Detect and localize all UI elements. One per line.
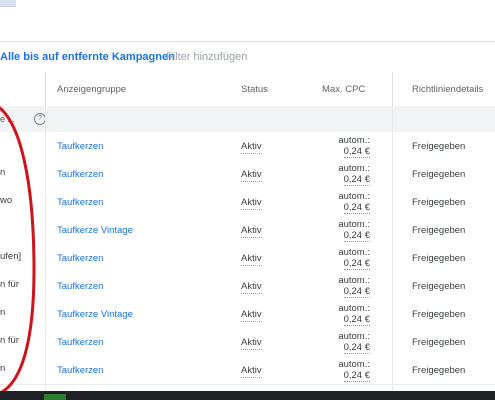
status-cell[interactable]: Aktiv	[241, 253, 262, 266]
adgroup-link[interactable]: Taufkerzen	[57, 197, 103, 208]
policy-cell: Freigegeben	[412, 197, 466, 208]
taskbar	[0, 391, 495, 400]
table-row: n Taufkerzen Aktiv autom.: 0,24 € Freigeg…	[0, 160, 495, 189]
top-bar	[0, 0, 495, 40]
max-cpc-cell[interactable]: autom.: 0,24 €	[308, 163, 370, 186]
max-cpc-cell[interactable]: autom.: 0,24 €	[308, 359, 370, 382]
cpc-label: autom.:	[338, 247, 370, 258]
policy-cell: Freigegeben	[412, 365, 466, 376]
table-row: n Taufkerze Vintage Aktiv autom.: 0,24 € …	[0, 300, 495, 329]
status-cell[interactable]: Aktiv	[241, 281, 262, 294]
cpc-value: 0,24 €	[343, 146, 370, 158]
adgroup-link[interactable]: Taufkerzen	[57, 365, 103, 376]
cpc-value: 0,24 €	[343, 342, 370, 354]
cpc-label: autom.:	[338, 219, 370, 230]
column-divider	[392, 106, 393, 391]
status-cell[interactable]: Aktiv	[241, 309, 262, 322]
cpc-label: autom.:	[338, 275, 370, 286]
cpc-label: autom.:	[338, 163, 370, 174]
status-cell[interactable]: Aktiv	[241, 225, 262, 238]
keyword-cell: ufen]	[0, 251, 22, 262]
cpc-label: autom.:	[338, 135, 370, 146]
cpc-label: autom.:	[338, 331, 370, 342]
cpc-label: autom.:	[338, 191, 370, 202]
table-row: n für Taufkerzen Aktiv autom.: 0,24 € Fre…	[0, 328, 495, 357]
header-divider	[392, 72, 393, 106]
tab-edge	[0, 0, 16, 7]
table-row: wo Taufkerzen Aktiv autom.: 0,24 € Freige…	[0, 188, 495, 217]
policy-cell: Freigegeben	[412, 253, 466, 264]
table-row: Taufkerzen Aktiv autom.: 0,24 € Freigegeb…	[0, 132, 495, 161]
max-cpc-cell[interactable]: autom.: 0,24 €	[308, 331, 370, 354]
policy-cell: Freigegeben	[412, 225, 466, 236]
cpc-value: 0,24 €	[343, 286, 370, 298]
max-cpc-cell[interactable]: autom.: 0,24 €	[308, 303, 370, 326]
max-cpc-cell[interactable]: autom.: 0,24 €	[308, 135, 370, 158]
cpc-value: 0,24 €	[343, 202, 370, 214]
table-header: Anzeigengruppe Status Max. CPC Richtlini…	[0, 72, 495, 107]
cpc-value: 0,24 €	[343, 174, 370, 186]
header-divider	[45, 72, 46, 106]
column-header-adgroup[interactable]: Anzeigengruppe	[57, 84, 126, 95]
adgroup-link[interactable]: Taufkerze Vintage	[57, 309, 133, 320]
policy-cell: Freigegeben	[412, 281, 466, 292]
table-row: Taufkerze Vintage Aktiv autom.: 0,24 € Fr…	[0, 216, 495, 245]
keyword-cell: n für	[0, 335, 20, 346]
adgroup-link[interactable]: Taufkerzen	[57, 337, 103, 348]
status-cell[interactable]: Aktiv	[241, 197, 262, 210]
add-filter-button[interactable]: Filter hinzufügen	[166, 51, 247, 63]
cpc-value: 0,24 €	[343, 258, 370, 270]
table-row: n für Taufkerzen Aktiv autom.: 0,24 € Fre…	[0, 272, 495, 301]
max-cpc-cell[interactable]: autom.: 0,24 €	[308, 191, 370, 214]
policy-cell: Freigegeben	[412, 169, 466, 180]
table-row: ufen] Taufkerzen Aktiv autom.: 0,24 € Fre…	[0, 244, 495, 273]
policy-cell: Freigegeben	[412, 309, 466, 320]
adgroup-link[interactable]: Taufkerzen	[57, 253, 103, 264]
adgroup-link[interactable]: Taufkerzen	[57, 141, 103, 152]
summary-text: e ...	[0, 114, 16, 124]
status-cell[interactable]: Aktiv	[241, 169, 262, 182]
adgroup-link[interactable]: Taufkerzen	[57, 281, 103, 292]
status-cell[interactable]: Aktiv	[241, 337, 262, 350]
table-row: n Taufkerzen Aktiv autom.: 0,24 € Freigeg…	[0, 356, 495, 385]
summary-row: e ... ?	[0, 106, 495, 133]
keyword-cell: n	[0, 363, 6, 374]
cpc-value: 0,24 €	[343, 230, 370, 242]
cpc-value: 0,24 €	[343, 314, 370, 326]
adgroup-link[interactable]: Taufkerzen	[57, 169, 103, 180]
policy-cell: Freigegeben	[412, 337, 466, 348]
keyword-cell: wo	[0, 195, 13, 206]
adgroup-link[interactable]: Taufkerze Vintage	[57, 225, 133, 236]
keyword-cell: n	[0, 167, 6, 178]
keyword-cell: n für	[0, 279, 20, 290]
status-cell[interactable]: Aktiv	[241, 141, 262, 154]
column-header-status[interactable]: Status	[241, 84, 268, 95]
status-cell[interactable]: Aktiv	[241, 365, 262, 378]
campaign-status-filter[interactable]: Alle bis auf entfernte Kampagnen	[0, 51, 175, 63]
keyword-cell: n	[0, 307, 6, 318]
policy-cell: Freigegeben	[412, 141, 466, 152]
column-header-max-cpc[interactable]: Max. CPC	[322, 84, 365, 95]
cpc-value: 0,24 €	[343, 370, 370, 382]
max-cpc-cell[interactable]: autom.: 0,24 €	[308, 219, 370, 242]
cpc-label: autom.:	[338, 303, 370, 314]
column-divider	[45, 106, 46, 391]
max-cpc-cell[interactable]: autom.: 0,24 €	[308, 275, 370, 298]
column-header-policy[interactable]: Richtliniendetails	[412, 84, 483, 95]
cpc-label: autom.:	[338, 359, 370, 370]
filter-bar: Alle bis auf entfernte Kampagnen Filter …	[0, 41, 495, 73]
max-cpc-cell[interactable]: autom.: 0,24 €	[308, 247, 370, 270]
taskbar-accent	[44, 394, 66, 400]
